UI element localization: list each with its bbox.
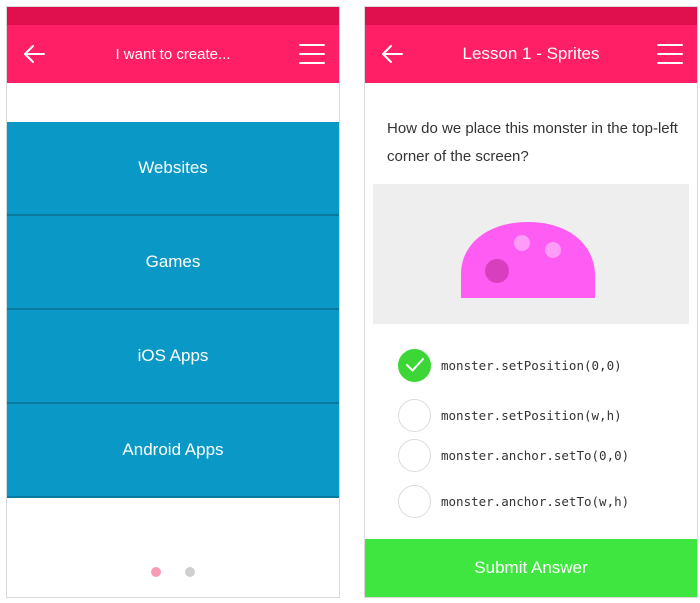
status-bar xyxy=(365,7,697,25)
option-label: Websites xyxy=(138,158,208,177)
app-bar: Lesson 1 - Sprites xyxy=(365,25,697,83)
option-code: monster.setPosition(w,h) xyxy=(441,407,622,423)
answer-option[interactable]: monster.anchor.setTo(w,h) xyxy=(398,483,687,519)
radio-button[interactable] xyxy=(398,398,431,432)
radio-button[interactable] xyxy=(398,438,431,472)
back-arrow-icon[interactable] xyxy=(19,40,49,68)
option-websites[interactable]: Websites xyxy=(7,122,339,216)
option-ios-apps[interactable]: iOS Apps xyxy=(7,310,339,404)
status-bar xyxy=(7,7,339,25)
option-label: Android Apps xyxy=(122,440,224,459)
hamburger-menu-icon[interactable] xyxy=(297,40,327,68)
left-phone-screen: I want to create... Websites Games iOS A… xyxy=(6,6,340,598)
option-code: monster.setPosition(0,0) xyxy=(441,357,622,373)
option-code: monster.anchor.setTo(0,0) xyxy=(441,447,630,463)
option-label: iOS Apps xyxy=(137,346,209,365)
app-bar: I want to create... xyxy=(7,25,339,83)
create-options-list: Websites Games iOS Apps Android Apps xyxy=(7,122,339,498)
question-text: How do we place this monster in the top-… xyxy=(387,120,678,165)
back-arrow-icon[interactable] xyxy=(377,40,407,68)
option-code: monster.anchor.setTo(w,h) xyxy=(441,493,630,509)
submit-answer-button[interactable]: Submit Answer xyxy=(365,539,697,597)
right-phone-screen: Lesson 1 - Sprites How do we place this … xyxy=(364,6,698,598)
page-title: I want to create... xyxy=(115,45,231,63)
page-dot-active[interactable] xyxy=(151,567,161,577)
hamburger-menu-icon[interactable] xyxy=(655,40,685,68)
radio-button[interactable] xyxy=(398,484,431,518)
checkmark-icon[interactable] xyxy=(398,348,431,382)
answer-option[interactable]: monster.setPosition(0,0) xyxy=(398,347,687,383)
page-dot[interactable] xyxy=(185,567,195,577)
answer-option[interactable]: monster.setPosition(w,h) xyxy=(398,397,687,433)
option-games[interactable]: Games xyxy=(7,216,339,310)
page-indicator xyxy=(7,567,339,577)
lesson-title: Lesson 1 - Sprites xyxy=(462,44,600,63)
answer-option[interactable]: monster.anchor.setTo(0,0) xyxy=(398,437,687,473)
option-android-apps[interactable]: Android Apps xyxy=(7,404,339,498)
sprite-preview xyxy=(373,184,689,324)
option-label: Games xyxy=(145,252,201,271)
monster-sprite xyxy=(461,222,595,298)
